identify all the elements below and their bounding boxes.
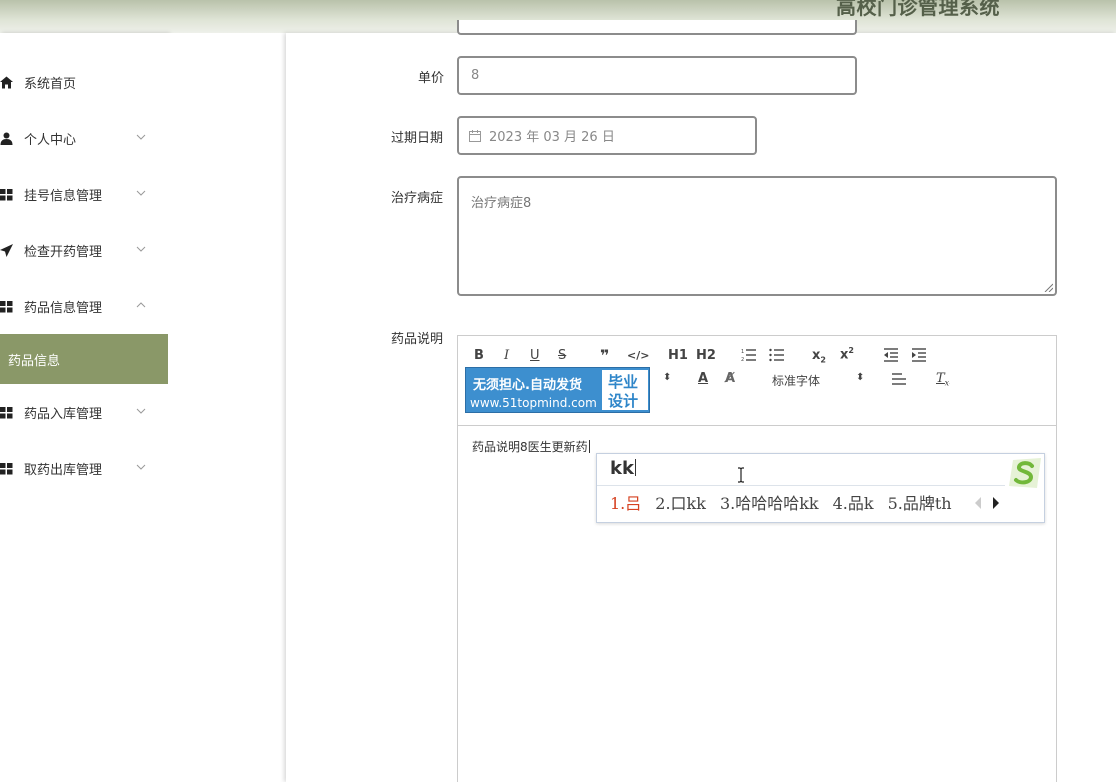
watermark-badge: 无须担心.自动发货 www.51topmind.com 毕业 设计 — [465, 367, 650, 413]
font-select-arrows-icon[interactable]: ⬍ — [856, 372, 864, 383]
grid-icon — [0, 405, 14, 419]
svg-text:2: 2 — [741, 357, 744, 362]
chevron-down-icon — [136, 190, 146, 196]
sidebar-item-label: 系统首页 — [24, 76, 77, 92]
outdent-icon[interactable] — [883, 348, 899, 362]
price-value: 8 — [471, 68, 480, 83]
sidebar-item-drug-info-management[interactable]: 药品信息管理 — [0, 289, 168, 323]
app-title: 高校门诊管理系统 — [836, 0, 1000, 19]
text-color-icon[interactable]: A — [698, 371, 708, 386]
ime-caret — [634, 459, 636, 476]
watermark-url: www.51topmind.com — [470, 396, 597, 410]
bold-icon[interactable]: B — [474, 348, 484, 363]
sidebar-item-label: 药品入库管理 — [24, 406, 103, 422]
sidebar-item-label: 挂号信息管理 — [24, 188, 103, 204]
ime-separator — [597, 485, 1005, 486]
heading-2-icon[interactable]: H2 — [696, 348, 716, 363]
chevron-down-icon — [136, 464, 146, 470]
bullet-list-icon[interactable] — [769, 348, 785, 362]
svg-text:1: 1 — [741, 349, 744, 355]
code-block-icon[interactable]: </> — [627, 349, 649, 362]
price-label: 单价 — [418, 71, 445, 86]
sidebar-item-personal-center[interactable]: 个人中心 — [0, 121, 168, 155]
grid-icon — [0, 461, 14, 475]
price-input[interactable]: 8 — [457, 56, 857, 95]
ime-composition-text: kk — [610, 458, 634, 479]
calendar-icon — [469, 129, 481, 142]
sidebar-item-registration[interactable]: 挂号信息管理 — [0, 177, 168, 211]
sidebar-item-label: 检查开药管理 — [24, 244, 103, 260]
ime-candidate-list: 1.吕 2.口kk 3.哈哈哈哈kk 4.品k 5.品牌th — [610, 490, 966, 514]
ime-candidate[interactable]: 5.品牌th — [888, 490, 952, 514]
watermark-right: 毕业 设计 — [602, 370, 648, 410]
text-caret — [588, 440, 590, 453]
align-icon[interactable] — [891, 373, 907, 386]
watermark-main-text: 无须担心.自动发货 — [473, 378, 582, 393]
expiry-date-input[interactable]: 2023 年 03 月 26 日 — [457, 116, 757, 155]
sidebar-item-label: 取药出库管理 — [24, 462, 103, 478]
expiry-date-label: 过期日期 — [391, 131, 444, 146]
sidebar-item-home[interactable]: 系统首页 — [0, 65, 168, 99]
indent-icon[interactable] — [911, 348, 927, 362]
grid-icon — [0, 187, 14, 201]
size-select-arrows-icon[interactable]: ⬍ — [663, 372, 671, 383]
sidebar-item-exam-prescription[interactable]: 检查开药管理 — [0, 233, 168, 267]
superscript-icon[interactable]: x2 — [840, 346, 854, 362]
chevron-down-icon — [136, 246, 146, 252]
sidebar-subitem-label: 药品信息 — [8, 353, 61, 369]
ime-candidate[interactable]: 2.口kk — [655, 490, 706, 514]
send-icon — [0, 243, 14, 257]
background-color-icon[interactable]: A̸ — [725, 371, 735, 386]
blockquote-icon[interactable]: ❞ — [600, 346, 609, 365]
editor-text: 药品说明8医生更新药 — [472, 440, 588, 454]
strikethrough-icon[interactable]: S — [558, 348, 566, 363]
sogou-logo-icon — [1009, 458, 1041, 488]
underline-icon[interactable]: U — [530, 348, 540, 363]
chevron-down-icon — [136, 408, 146, 414]
heading-1-icon[interactable]: H1 — [668, 348, 688, 363]
ime-candidate[interactable]: 1.吕 — [610, 490, 641, 514]
text-cursor-icon — [738, 467, 744, 483]
chevron-down-icon — [136, 134, 146, 140]
editor-content[interactable]: 药品说明8医生更新药 — [472, 438, 590, 455]
treatment-label: 治疗病症 — [391, 191, 444, 206]
sidebar: 系统首页 个人中心 挂号信息管理 检查开药管理 药品信息管理 药品信息 药品入库… — [0, 33, 168, 782]
clear-format-icon[interactable]: Tx — [936, 371, 949, 388]
sidebar-subitem-drug-info[interactable]: 药品信息 — [0, 334, 168, 384]
description-label: 药品说明 — [391, 332, 444, 347]
subscript-icon[interactable]: x2 — [812, 348, 826, 365]
ime-candidate-window: kk 1.吕 2.口kk 3.哈哈哈哈kk 4.品k 5.品牌th — [596, 453, 1045, 523]
ime-composition: kk — [610, 458, 636, 479]
italic-icon[interactable]: I — [504, 348, 509, 363]
home-icon — [0, 75, 14, 89]
expiry-date-value: 2023 年 03 月 26 日 — [489, 130, 615, 145]
ime-candidate[interactable]: 3.哈哈哈哈kk — [720, 490, 819, 514]
treatment-value: 治疗病症8 — [471, 196, 532, 211]
page-gutter — [168, 33, 286, 782]
resize-grip-icon[interactable] — [1043, 282, 1053, 292]
ordered-list-icon[interactable]: 12 — [741, 348, 757, 362]
grid-icon — [0, 299, 14, 313]
font-family-select[interactable]: 标准字体 — [772, 372, 820, 389]
watermark-right-line2: 设计 — [608, 392, 639, 410]
treatment-textarea[interactable]: 治疗病症8 — [457, 176, 1057, 296]
watermark-left: 无须担心.自动发货 www.51topmind.com — [466, 368, 602, 412]
ime-next-page-icon[interactable] — [991, 496, 1001, 510]
chevron-up-icon — [136, 302, 146, 308]
watermark-right-line1: 毕业 — [608, 373, 639, 391]
sidebar-item-label: 药品信息管理 — [24, 300, 103, 316]
previous-field-input[interactable] — [457, 20, 857, 35]
sidebar-item-drug-stock-out[interactable]: 取药出库管理 — [0, 451, 168, 485]
ime-prev-page-icon[interactable] — [973, 496, 983, 510]
sidebar-item-drug-stock-in[interactable]: 药品入库管理 — [0, 395, 168, 429]
user-icon — [0, 131, 14, 145]
ime-candidate[interactable]: 4.品k — [833, 490, 874, 514]
sidebar-item-label: 个人中心 — [24, 132, 77, 148]
